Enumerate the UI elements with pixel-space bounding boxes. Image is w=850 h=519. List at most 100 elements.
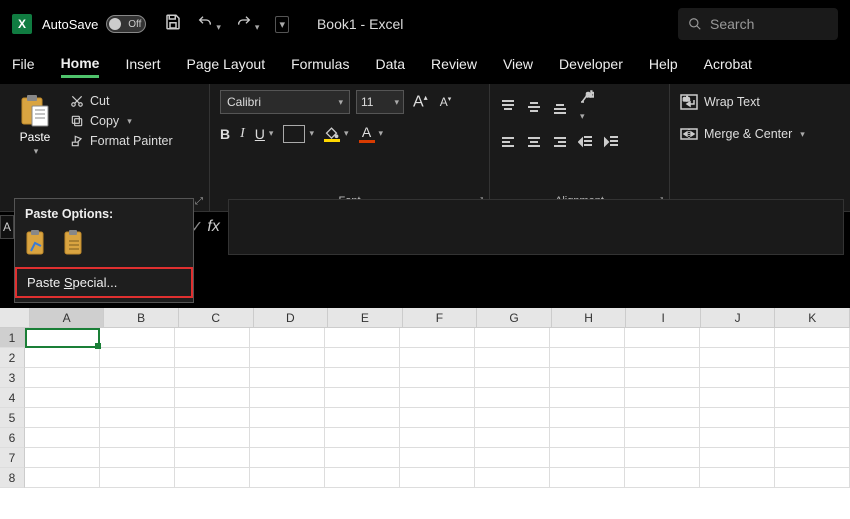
cells-area[interactable] [25,328,850,488]
increase-font-size-button[interactable]: A▴ [410,93,431,111]
bold-button[interactable]: B [220,126,230,142]
col-header-E[interactable]: E [328,308,403,327]
align-top-button[interactable] [500,99,516,115]
align-right-button[interactable] [552,134,568,150]
select-all-corner[interactable] [0,308,30,327]
format-painter-label: Format Painter [90,134,173,148]
svg-text:ab: ab [586,90,594,99]
ribbon-content: Paste ▾ Cut Copy ▾ Format Painter ⤢ Cali… [0,84,850,212]
chevron-down-icon: ▾ [34,146,39,157]
autosave-state: Off [128,19,141,30]
font-name-select[interactable]: Calibri▾ [220,90,350,114]
copy-label: Copy [90,114,119,128]
row-header-5[interactable]: 5 [0,408,25,428]
tab-home[interactable]: Home [61,55,100,78]
border-icon [283,125,305,143]
tab-help[interactable]: Help [649,56,678,76]
col-header-I[interactable]: I [626,308,701,327]
underline-button[interactable]: U▾ [255,126,274,142]
document-title: Book1 - Excel [317,16,403,32]
formula-bar[interactable] [228,199,844,255]
redo-icon[interactable]: ▾ [235,14,260,35]
qat-customize-icon[interactable]: ▾ [275,16,289,33]
tab-file[interactable]: File [12,56,35,76]
col-header-C[interactable]: C [179,308,254,327]
row-header-3[interactable]: 3 [0,368,25,388]
row-header-4[interactable]: 4 [0,388,25,408]
search-icon [688,17,702,31]
row-header-6[interactable]: 6 [0,428,25,448]
excel-app-icon: X [12,14,32,34]
copy-button[interactable]: Copy ▾ [70,114,173,128]
search-placeholder: Search [710,16,754,32]
name-box[interactable]: A [0,215,14,239]
paste-options-header: Paste Options: [15,199,193,227]
paste-option-values[interactable] [63,229,87,257]
spreadsheet-grid[interactable]: A B C D E F G H I J K 1 2 3 4 5 6 7 8 [0,308,850,519]
orientation-button[interactable]: ab▾ [578,90,594,124]
bucket-icon [324,126,340,142]
tab-view[interactable]: View [503,56,533,76]
group-alignment: ab▾ Alignment ⤢ [490,84,670,211]
fill-color-button[interactable]: ▾ [324,126,349,142]
increase-indent-button[interactable] [604,134,620,150]
paste-special-menu-item[interactable]: Paste Special... [15,267,193,298]
search-input[interactable]: Search [678,8,838,40]
align-center-button[interactable] [526,134,542,150]
col-header-G[interactable]: G [477,308,552,327]
clipboard-launcher-icon[interactable]: ⤢ [195,196,203,207]
align-left-button[interactable] [500,134,516,150]
row-header-1[interactable]: 1 [0,328,25,348]
font-size-value: 11 [361,95,373,109]
merge-center-button[interactable]: Merge & Center ▾ [680,126,830,142]
col-header-J[interactable]: J [701,308,776,327]
decrease-indent-button[interactable] [578,134,594,150]
italic-button[interactable]: I [240,126,245,142]
title-bar: X AutoSave Off ▾ ▾ ▾ Book1 - Excel Searc… [0,0,850,48]
tab-insert[interactable]: Insert [125,56,160,76]
row-header-7[interactable]: 7 [0,448,25,468]
borders-button[interactable]: ▾ [283,125,314,143]
group-clipboard: Paste ▾ Cut Copy ▾ Format Painter ⤢ [0,84,210,211]
col-header-F[interactable]: F [403,308,478,327]
wrap-text-label: Wrap Text [704,95,760,109]
tab-page-layout[interactable]: Page Layout [186,56,265,76]
decrease-font-size-button[interactable]: A▾ [437,95,455,109]
row-header-8[interactable]: 8 [0,468,25,488]
tab-data[interactable]: Data [375,56,405,76]
col-header-A[interactable]: A [30,308,105,327]
wrap-text-button[interactable]: ab Wrap Text [680,94,830,110]
col-header-K[interactable]: K [775,308,850,327]
autosave-switch[interactable]: Off [106,15,146,33]
font-color-icon: A [359,124,375,143]
save-icon[interactable] [164,13,182,36]
col-header-H[interactable]: H [552,308,627,327]
col-header-B[interactable]: B [104,308,179,327]
tab-acrobat[interactable]: Acrobat [704,56,752,76]
font-color-button[interactable]: A ▾ [359,124,384,143]
column-headers: A B C D E F G H I J K [0,308,850,328]
toggle-knob [109,18,121,30]
align-bottom-button[interactable] [552,99,568,115]
undo-icon[interactable]: ▾ [196,14,221,35]
font-name-value: Calibri [227,95,261,109]
chevron-down-icon: ▾ [127,116,132,127]
col-header-D[interactable]: D [254,308,329,327]
row-header-2[interactable]: 2 [0,348,25,368]
font-size-select[interactable]: 11▾ [356,90,404,114]
fx-label[interactable]: fx [207,218,219,236]
ribbon-tabs: File Home Insert Page Layout Formulas Da… [0,48,850,84]
copy-icon [70,114,84,128]
autosave-toggle[interactable]: AutoSave Off [42,15,146,33]
tab-review[interactable]: Review [431,56,477,76]
tab-formulas[interactable]: Formulas [291,56,349,76]
format-painter-button[interactable]: Format Painter [70,134,173,148]
chevron-down-icon: ▾ [800,129,805,140]
tab-developer[interactable]: Developer [559,56,623,76]
align-middle-button[interactable] [526,99,542,115]
wrap-text-icon: ab [680,94,698,110]
paste-option-default[interactable] [25,229,49,257]
paste-button[interactable]: Paste ▾ [10,90,60,209]
cut-button[interactable]: Cut [70,94,173,108]
quick-access-toolbar: ▾ ▾ ▾ [164,13,289,36]
